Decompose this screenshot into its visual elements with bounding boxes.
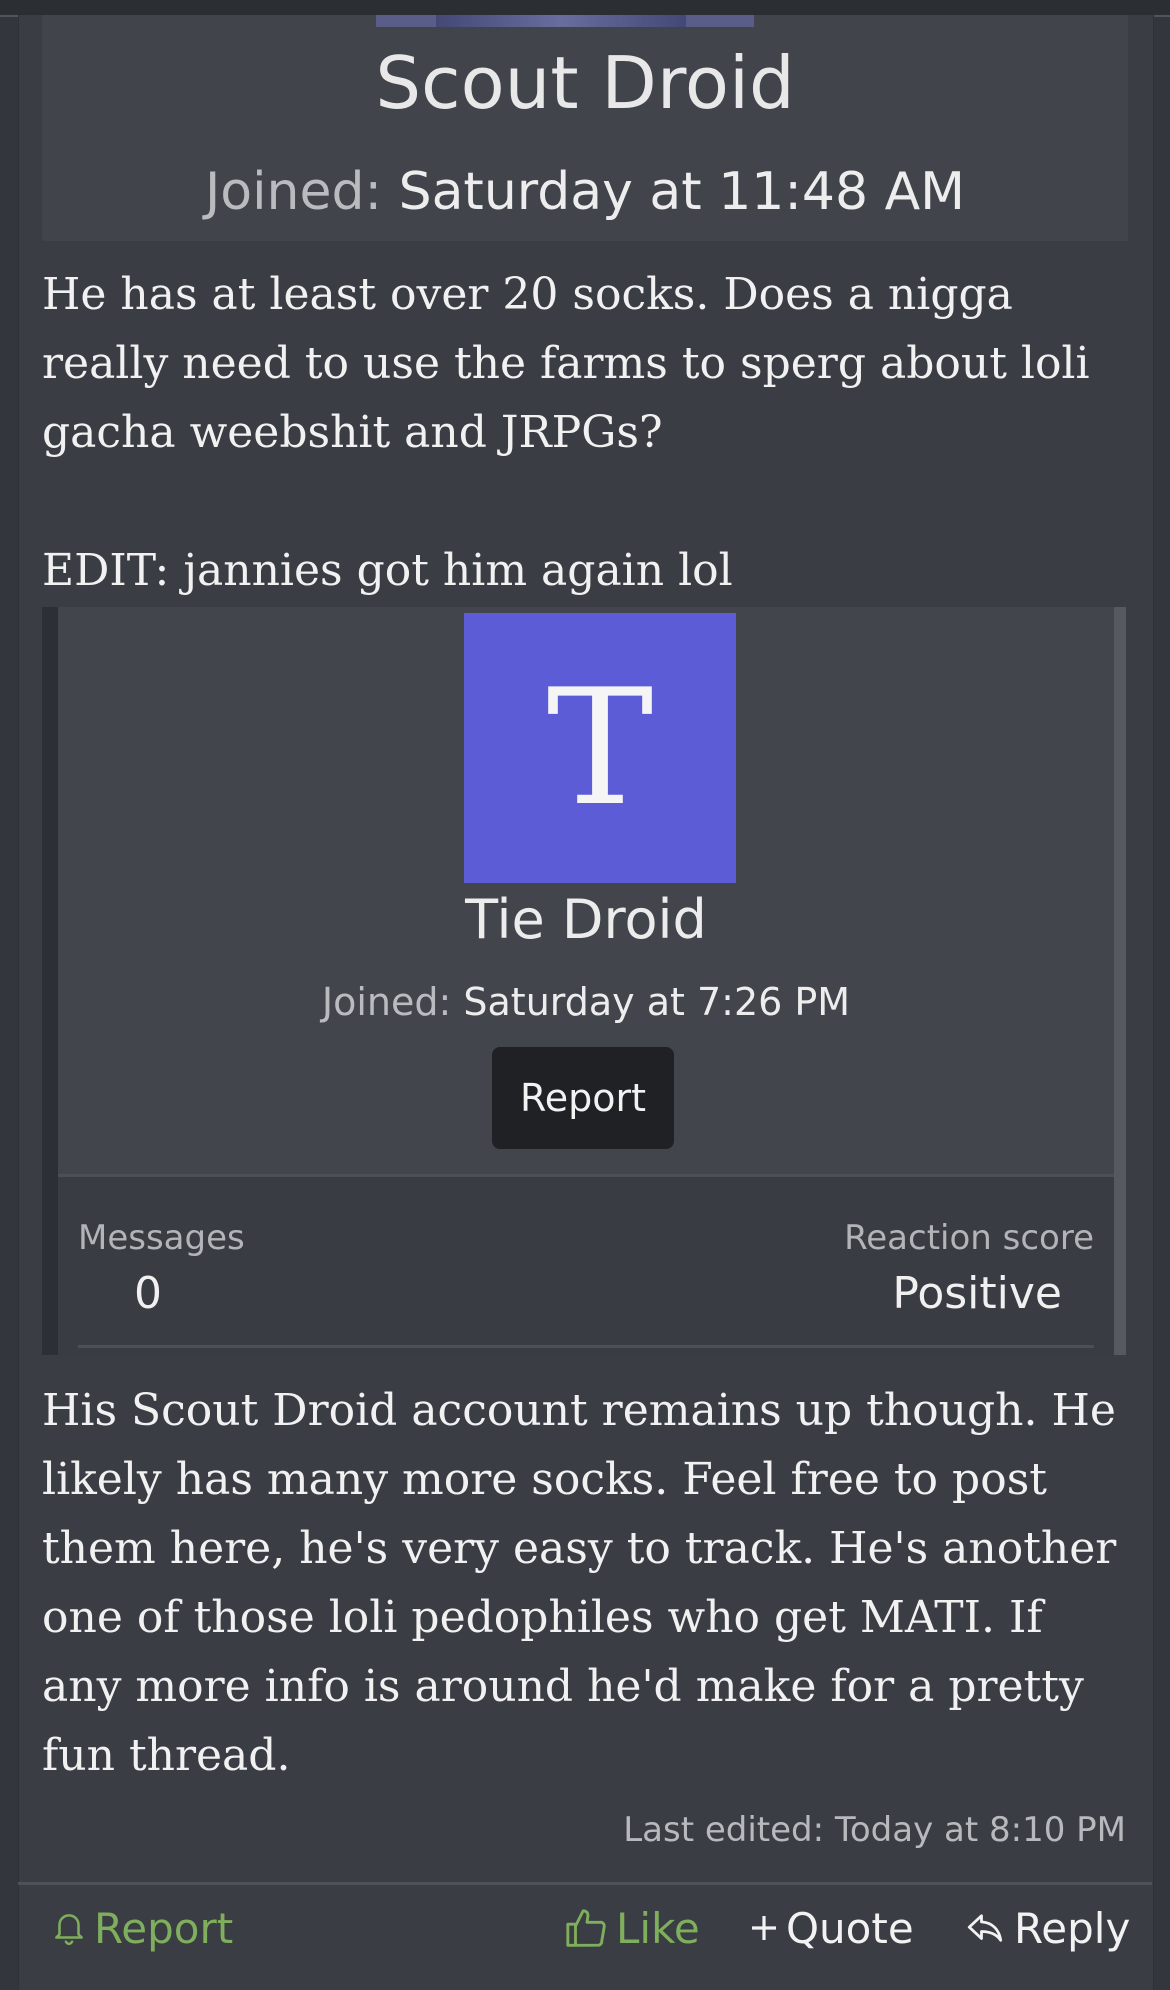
last-edited: Last edited: Today at 8:10 PM bbox=[623, 1810, 1126, 1850]
user-stats: Messages 0 Reaction score Positive bbox=[58, 1174, 1114, 1355]
quoted-user-card-tie-droid: T Tie Droid Joined: Saturday at 7:26 PM … bbox=[42, 607, 1126, 1355]
like-label: Like bbox=[616, 1903, 700, 1953]
report-label: Report bbox=[94, 1903, 234, 1953]
quoted-user-joined: Joined: Saturday at 7:26 PM bbox=[58, 977, 1114, 1027]
avatar: T bbox=[464, 613, 736, 883]
card-report-button: Report bbox=[492, 1047, 674, 1149]
quoted-user-name: Tie Droid bbox=[465, 888, 707, 951]
bell-icon bbox=[55, 1914, 83, 1946]
reply-button[interactable]: Reply bbox=[962, 1896, 1130, 1960]
joined-value: Saturday at 7:26 PM bbox=[463, 980, 851, 1024]
quote-button[interactable]: Quote bbox=[748, 1896, 914, 1960]
messages-value: 0 bbox=[134, 1268, 162, 1319]
reply-icon bbox=[967, 1914, 1003, 1942]
joined-label: Joined: bbox=[204, 162, 383, 222]
messages-label: Messages bbox=[78, 1218, 245, 1258]
reply-label: Reply bbox=[1014, 1903, 1131, 1953]
quote-label: Quote bbox=[786, 1903, 914, 1953]
reaction-score-value: Positive bbox=[892, 1268, 1062, 1319]
thumbs-up-icon bbox=[566, 1909, 606, 1947]
divider bbox=[78, 1345, 1094, 1348]
avatar bbox=[376, 15, 754, 27]
quoted-user-joined: Joined: Saturday at 11:48 AM bbox=[42, 160, 1128, 224]
quoted-user-name: Scout Droid bbox=[375, 41, 795, 125]
post-paragraph-1: He has at least over 20 socks. Does a ni… bbox=[42, 269, 1090, 458]
like-button[interactable]: Like bbox=[564, 1896, 700, 1960]
report-button[interactable]: Report bbox=[50, 1896, 233, 1960]
post-paragraph-2: EDIT: jannies got him again lol bbox=[42, 545, 733, 596]
plus-icon bbox=[752, 1916, 776, 1940]
joined-label: Joined: bbox=[321, 980, 452, 1024]
reaction-score-label: Reaction score bbox=[844, 1218, 1094, 1258]
divider bbox=[18, 1882, 1152, 1885]
joined-value: Saturday at 11:48 AM bbox=[398, 162, 966, 222]
post-paragraph-3: His Scout Droid account remains up thoug… bbox=[42, 1385, 1117, 1781]
